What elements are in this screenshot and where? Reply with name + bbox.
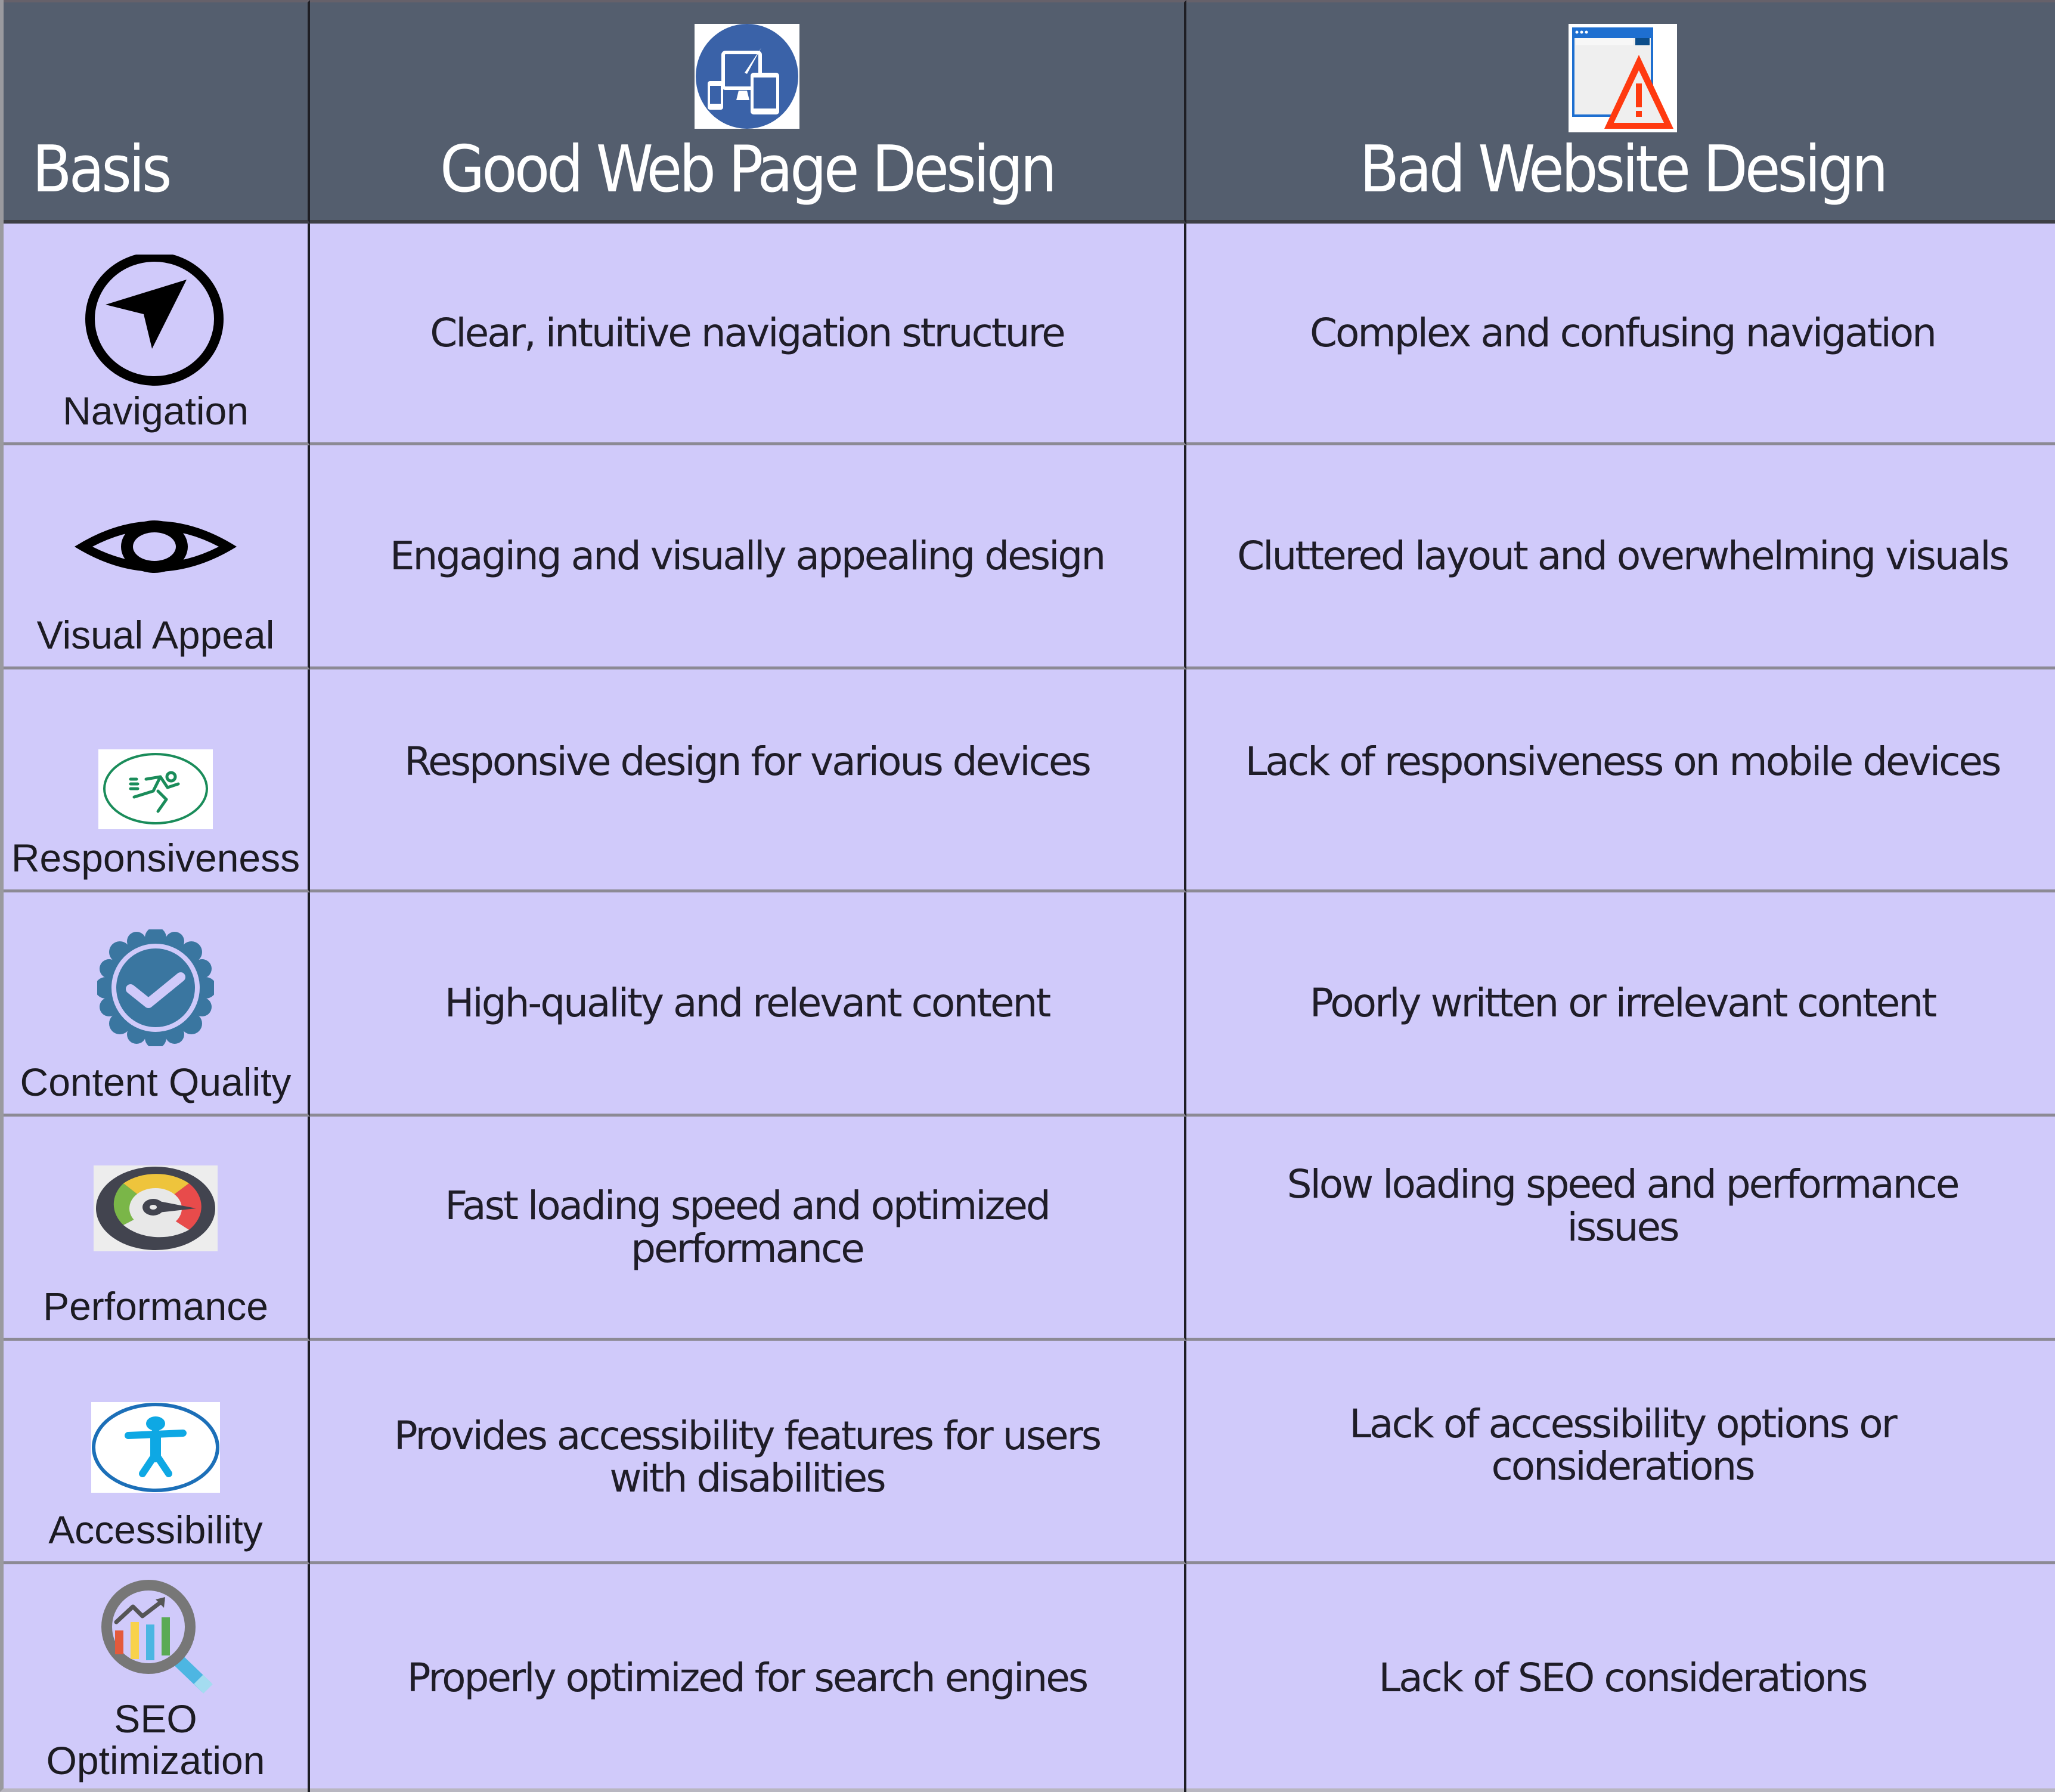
bad-cell: Complex and confusing navigation <box>1186 224 2055 445</box>
basis-cell: Visual Appeal <box>4 445 310 669</box>
header-good-label: Good Web Page Design <box>440 132 1057 207</box>
basis-cell: Accessibility <box>4 1341 310 1564</box>
basis-cell: Navigation <box>4 224 310 445</box>
basis-label: Navigation <box>63 388 249 433</box>
good-cell: Fast loading speed and optimized perform… <box>310 1117 1186 1341</box>
good-description: Responsive design for various devices <box>404 738 1092 785</box>
bad-cell: Lack of accessibility options or conside… <box>1186 1341 2055 1564</box>
basis-cell: Performance <box>4 1117 310 1341</box>
header-basis-label: Basis <box>32 132 172 207</box>
bad-description: Cluttered layout and overwhelming visual… <box>1237 532 2010 579</box>
speedometer-icon <box>94 1165 218 1251</box>
bad-description: Complex and confusing navigation <box>1309 309 1937 356</box>
basis-cell: Responsiveness <box>4 669 310 892</box>
verified-badge-icon <box>97 929 214 1046</box>
bad-cell: Lack of responsiveness on mobile devices <box>1186 669 2055 892</box>
header-cell-bad: Bad Website Design <box>1186 0 2055 224</box>
bad-cell: Lack of SEO considerations <box>1186 1564 2055 1792</box>
bad-cell: Slow loading speed and performance issue… <box>1186 1117 2055 1341</box>
running-person-icon <box>98 749 213 829</box>
good-description: Provides accessibility features for user… <box>393 1412 1102 1501</box>
accessibility-person-icon <box>91 1402 220 1493</box>
basis-label: SEO Optimization <box>46 1697 265 1782</box>
basis-label: Content Quality <box>20 1059 292 1104</box>
header-bad-label: Bad Website Design <box>1359 132 1889 207</box>
bad-cell: Poorly written or irrelevant content <box>1186 892 2055 1117</box>
good-cell: Responsive design for various devices <box>310 669 1186 892</box>
basis-label: Responsiveness <box>11 835 300 880</box>
basis-label: Accessibility <box>48 1507 263 1552</box>
header-cell-good: Good Web Page Design <box>310 0 1186 224</box>
bad-description: Lack of responsiveness on mobile devices <box>1245 738 2002 785</box>
bad-description: Lack of accessibility options or conside… <box>1349 1400 1897 1489</box>
basis-cell: Content Quality <box>4 892 310 1117</box>
basis-label: Performance <box>43 1283 268 1328</box>
bad-cell: Cluttered layout and overwhelming visual… <box>1186 445 2055 669</box>
browser-warning-icon <box>1568 24 1677 135</box>
header-cell-basis: Basis <box>4 0 310 224</box>
good-description: High-quality and relevant content <box>444 979 1052 1026</box>
good-description: Fast loading speed and optimized perform… <box>445 1183 1050 1272</box>
responsive-devices-icon <box>695 24 799 132</box>
good-cell: Clear, intuitive navigation structure <box>310 224 1186 445</box>
basis-label: Visual Appeal <box>36 612 275 657</box>
good-description: Clear, intuitive navigation structure <box>430 309 1066 356</box>
basis-cell: SEO Optimization <box>4 1564 310 1792</box>
comparison-table: Basis Good Web Page Design Bad Website D… <box>0 0 2055 1792</box>
good-cell: Engaging and visually appealing design <box>310 445 1186 669</box>
bad-description: Slow loading speed and performance issue… <box>1287 1161 1960 1250</box>
good-description: Properly optimized for search engines <box>407 1655 1089 1701</box>
good-cell: High-quality and relevant content <box>310 892 1186 1117</box>
seo-magnifier-chart-icon <box>96 1574 215 1694</box>
navigation-arrow-icon <box>84 254 227 386</box>
bad-description: Lack of SEO considerations <box>1378 1655 1868 1701</box>
good-cell: Provides accessibility features for user… <box>310 1341 1186 1564</box>
good-cell: Properly optimized for search engines <box>310 1564 1186 1792</box>
good-description: Engaging and visually appealing design <box>389 532 1106 579</box>
bad-description: Poorly written or irrelevant content <box>1309 979 1937 1026</box>
eye-icon <box>72 519 239 579</box>
